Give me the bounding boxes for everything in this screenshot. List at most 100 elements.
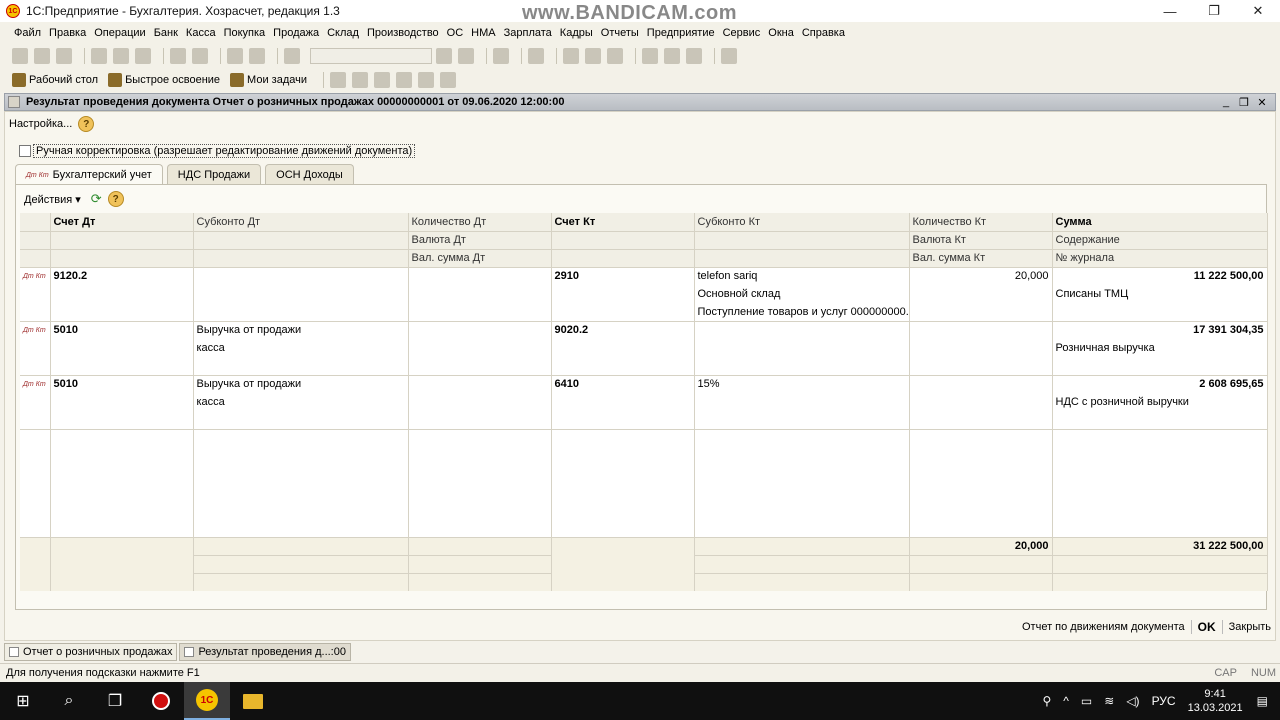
task-view-icon[interactable]: ❐ [92,682,138,720]
goods-icon[interactable] [395,72,412,88]
memory-m-icon[interactable] [642,48,658,64]
doc-journal-icon[interactable] [351,72,368,88]
analysis-icon[interactable] [439,72,456,88]
settings-link[interactable]: Настройка... [9,118,72,130]
cell-account-kt[interactable]: 9020.2 [551,321,695,339]
cell-subconto-kt[interactable] [694,357,910,376]
language-indicator[interactable]: РУС [1152,694,1176,708]
doc-close-button[interactable]: ✕ [1253,96,1271,109]
cell-sum[interactable]: 2 608 695,65 [1052,375,1268,393]
cell-subconto-kt[interactable] [694,339,910,357]
cell-cur-sum-kt[interactable] [909,357,1053,376]
menu-enterprise[interactable]: Предприятие [647,27,715,39]
cell-subconto-kt[interactable] [694,321,910,339]
cell-subconto-dt[interactable] [193,285,409,303]
cell-account-kt[interactable]: 6410 [551,375,695,393]
manual-correction-checkbox[interactable] [19,145,31,157]
network-icon[interactable]: ▭ [1081,694,1092,708]
cell-qty-kt[interactable] [909,321,1053,339]
wifi-icon[interactable]: ≋ [1104,694,1114,708]
menu-service[interactable]: Сервис [723,27,761,39]
save-icon[interactable] [56,48,72,64]
cell-qty-kt[interactable]: 20,000 [909,267,1053,285]
tab-osn-income[interactable]: ОСН Доходы [265,164,354,184]
cell-journal[interactable] [1052,411,1268,430]
table-row[interactable]: Поступление товаров и услуг 000000000... [20,303,1268,322]
cell-subconto-dt[interactable] [193,267,409,285]
cell-subconto-kt[interactable]: Поступление товаров и услуг 000000000... [694,303,910,322]
menu-production[interactable]: Производство [367,27,439,39]
memory-minus-icon[interactable] [686,48,702,64]
menu-bank[interactable]: Банк [154,27,178,39]
cell-content[interactable]: НДС с розничной выручки [1052,393,1268,411]
col-currency-kt[interactable]: Валюта Кт [909,231,1053,250]
col-subconto-kt[interactable]: Субконто Кт [694,213,910,232]
counterparties-icon[interactable] [373,72,390,88]
cell-subconto-kt[interactable] [694,411,910,430]
movements-report-button[interactable]: Отчет по движениям документа [1022,621,1185,633]
menu-sale[interactable]: Продажа [273,27,319,39]
new-icon[interactable] [12,48,28,64]
refresh-icon[interactable]: ⟳ [91,191,102,207]
table-row[interactable]: Дт Кт 9120.2 2910 telefon sariq 20,000 1… [20,267,1268,285]
window-icon[interactable] [493,48,509,64]
cell-sum[interactable]: 11 222 500,00 [1052,267,1268,285]
find-prev-icon[interactable] [458,48,474,64]
col-sum[interactable]: Сумма [1052,213,1268,232]
cell-subconto-dt[interactable]: касса [193,339,409,357]
cell-subconto-dt[interactable] [193,303,409,322]
menu-reports[interactable]: Отчеты [601,27,639,39]
table-row[interactable] [20,357,1268,376]
search-input[interactable] [310,48,432,64]
actions-menu-button[interactable]: Действия ▾ [24,193,81,206]
menu-file[interactable]: Файл [14,27,41,39]
paste-icon[interactable] [135,48,151,64]
search-icon[interactable] [284,48,300,64]
minimize-button[interactable]: — [1148,0,1192,22]
menu-fixed-assets[interactable]: ОС [447,27,464,39]
search-icon[interactable]: ⌕ [46,682,92,720]
panel-help-icon[interactable]: ? [107,191,124,207]
cell-cur-sum-dt[interactable] [408,303,552,322]
col-qty-dt[interactable]: Количество Дт [408,213,552,232]
cell-currency-kt[interactable] [909,393,1053,411]
desktop-button[interactable]: Рабочий стол [12,73,98,87]
table-row[interactable]: Основной склад Списаны ТМЦ [20,285,1268,303]
cell-currency-dt[interactable] [408,285,552,303]
cell-cur-sum-dt[interactable] [408,357,552,376]
menu-help[interactable]: Справка [802,27,845,39]
undo-icon[interactable] [227,48,243,64]
cell-journal[interactable] [1052,357,1268,376]
manual-correction-label[interactable]: Ручная корректировка (разрешает редактир… [33,144,416,158]
volume-icon[interactable]: ◁) [1126,694,1139,708]
cell-subconto-kt[interactable]: telefon sariq [694,267,910,285]
cell-subconto-dt[interactable] [193,411,409,430]
cell-content[interactable]: Списаны ТМЦ [1052,285,1268,303]
cell-qty-dt[interactable] [408,375,552,393]
users-icon[interactable] [607,48,623,64]
restore-button[interactable]: ❐ [1192,0,1236,22]
my-tasks-button[interactable]: Мои задачи [230,73,307,87]
ok-button[interactable]: OK [1198,620,1216,634]
tools-icon[interactable] [721,48,737,64]
cell-currency-dt[interactable] [408,393,552,411]
cell-subconto-dt[interactable]: Выручка от продажи [193,321,409,339]
bandicam-record-icon[interactable] [138,682,184,720]
table-row[interactable]: Дт Кт 5010 Выручка от продажи 9020.2 17 … [20,321,1268,339]
menu-intangibles[interactable]: НМА [471,27,495,39]
col-cur-sum-kt[interactable]: Вал. сумма Кт [909,249,1053,268]
close-window-button[interactable]: ✕ [1236,0,1280,22]
doc-list-icon[interactable] [329,72,346,88]
tab-vat-sales[interactable]: НДС Продажи [166,164,262,184]
tray-expand-icon[interactable]: ^ [1063,694,1069,708]
cell-subconto-dt[interactable]: Выручка от продажи [193,375,409,393]
cell-account-dt[interactable]: 9120.2 [50,267,194,285]
cell-currency-dt[interactable] [408,339,552,357]
redo-icon[interactable] [249,48,265,64]
col-account-kt[interactable]: Счет Кт [551,213,695,232]
info-icon[interactable] [528,48,544,64]
file-explorer-icon[interactable] [230,682,276,720]
copy-icon[interactable] [113,48,129,64]
windows-start-icon[interactable]: ⊞ [0,682,46,720]
menu-operations[interactable]: Операции [94,27,145,39]
